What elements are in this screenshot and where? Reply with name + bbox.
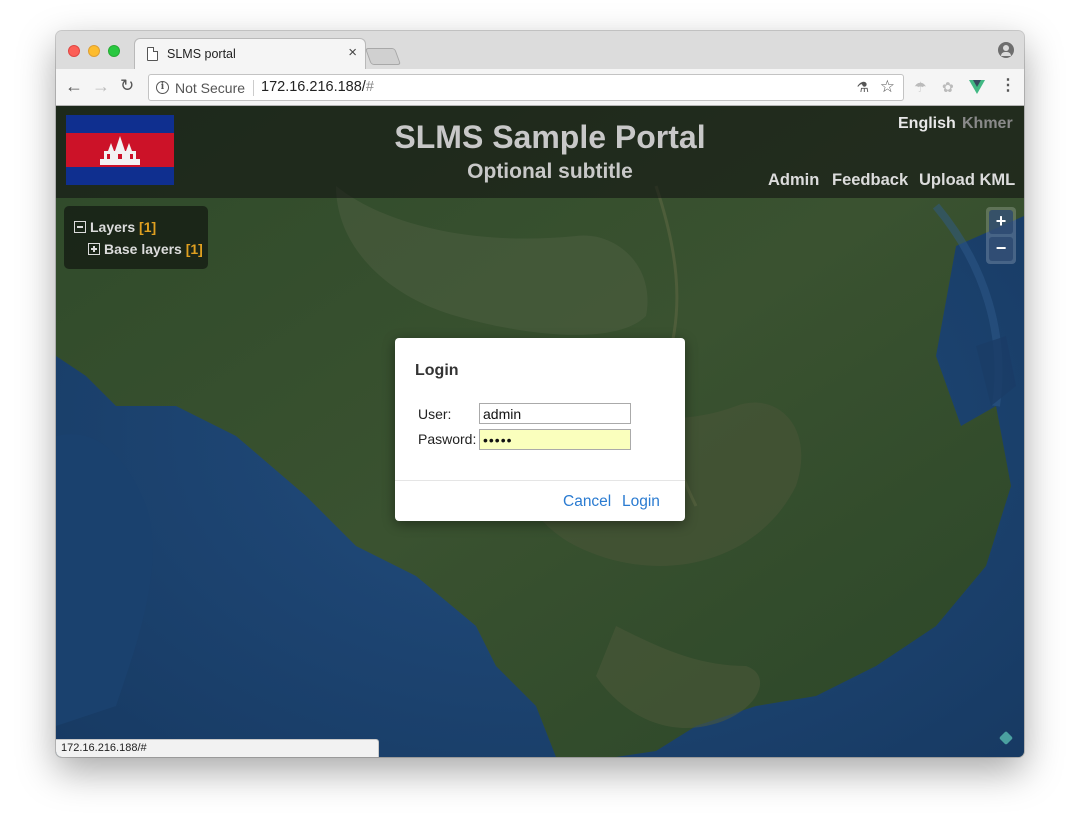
collapse-icon[interactable] [74, 221, 86, 233]
close-window-button[interactable] [68, 45, 80, 57]
layer-group-label: Base layers [104, 241, 182, 257]
back-arrow-icon[interactable]: ← [65, 75, 83, 97]
extension-icon[interactable]: ✿ [942, 78, 954, 96]
browser-toolbar: ← → ↻ i Not Secure 172.16.216.188/# ⚗ ☆ … [56, 69, 1024, 106]
login-button[interactable]: Login [622, 493, 660, 511]
layer-group-label: Layers [90, 219, 136, 235]
zoom-control: + − [986, 207, 1016, 264]
layer-count: [1] [139, 219, 157, 235]
dialog-divider [395, 480, 685, 481]
page-content: SLMS Sample Portal Optional subtitle Eng… [56, 106, 1024, 757]
address-separator [253, 80, 254, 96]
tab-close-icon[interactable]: × [348, 44, 357, 62]
login-dialog: Login User: Pasword: Cancel Login [395, 338, 685, 521]
url-hash: # [365, 79, 374, 95]
user-input[interactable] [479, 403, 631, 424]
portal-header: SLMS Sample Portal Optional subtitle Eng… [56, 106, 1024, 198]
password-input[interactable] [479, 429, 631, 450]
cancel-button[interactable]: Cancel [563, 493, 611, 511]
maximize-window-button[interactable] [108, 45, 120, 57]
new-tab-button[interactable] [364, 48, 402, 65]
status-bar-url: 172.16.216.188/# [56, 739, 379, 757]
bookmark-star-icon[interactable]: ☆ [880, 77, 895, 97]
user-label: User: [418, 406, 452, 422]
zoom-in-button[interactable]: + [989, 210, 1013, 234]
page-icon [147, 47, 158, 61]
forward-arrow-icon[interactable]: → [92, 75, 110, 97]
dialog-title: Login [415, 362, 459, 379]
feedback-link[interactable]: Feedback [832, 171, 908, 190]
layer-count: [1] [185, 241, 203, 257]
url-host: 172.16.216.188/ [261, 79, 366, 95]
tab-bar: SLMS portal × [56, 31, 1024, 69]
admin-link[interactable]: Admin [768, 171, 819, 190]
zoom-out-button[interactable]: − [989, 237, 1013, 261]
minimize-window-button[interactable] [88, 45, 100, 57]
url-text[interactable]: 172.16.216.188/# [261, 79, 374, 95]
extension-icon[interactable]: ☂ [914, 78, 927, 96]
upload-kml-link[interactable]: Upload KML [919, 171, 1015, 190]
layer-group-layers[interactable]: Layers [1] [74, 218, 156, 236]
language-khmer[interactable]: Khmer [962, 115, 1013, 133]
password-label: Pasword: [418, 431, 477, 447]
layer-group-base-layers[interactable]: Base layers [1] [88, 240, 203, 258]
profile-icon[interactable] [998, 42, 1014, 58]
info-icon[interactable]: i [156, 81, 169, 94]
browser-window: SLMS portal × ← → ↻ i Not Secure 172.16.… [56, 31, 1024, 757]
layer-tree-panel: Layers [1] Base layers [1] [64, 206, 208, 269]
vue-devtools-icon[interactable] [969, 80, 985, 94]
reload-icon[interactable]: ↻ [120, 75, 134, 97]
security-label[interactable]: Not Secure [175, 80, 245, 96]
tab-title: SLMS portal [167, 47, 236, 61]
browser-tab[interactable]: SLMS portal × [134, 38, 366, 69]
language-english[interactable]: English [898, 115, 956, 133]
portal-title: SLMS Sample Portal [394, 119, 706, 155]
address-bar[interactable]: i Not Secure 172.16.216.188/# ⚗ ☆ [148, 74, 904, 101]
key-icon[interactable]: ⚗ [856, 79, 869, 96]
expand-icon[interactable] [88, 243, 100, 255]
more-menu-icon[interactable]: ⋮ [1000, 77, 1016, 95]
